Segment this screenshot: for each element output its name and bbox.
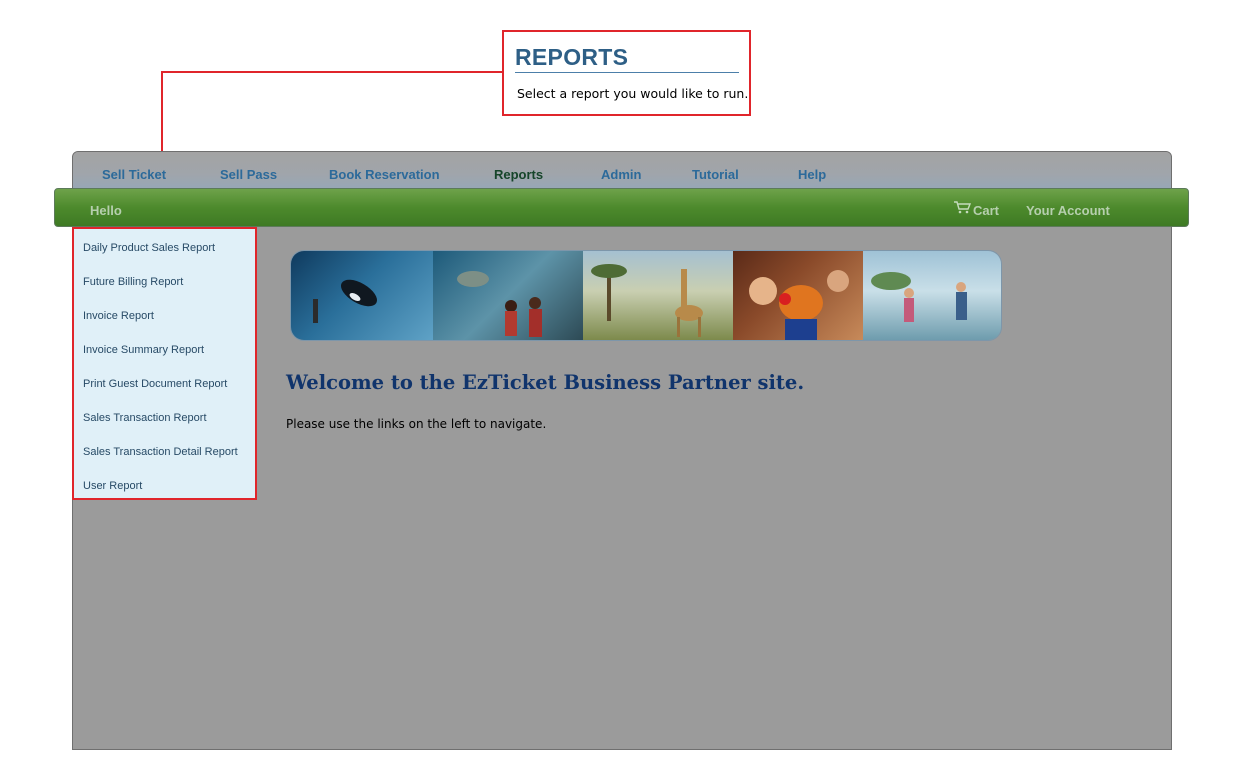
menu-item-future-billing-report[interactable]: Future Billing Report: [83, 276, 183, 288]
cart-icon[interactable]: [953, 200, 971, 214]
cart-link[interactable]: Cart: [973, 203, 999, 218]
menu-item-sales-transaction-report[interactable]: Sales Transaction Report: [83, 412, 207, 424]
nav-tutorial[interactable]: Tutorial: [692, 167, 739, 182]
instructions-text: Please use the links on the left to navi…: [286, 417, 547, 431]
menu-item-invoice-report[interactable]: Invoice Report: [83, 310, 154, 322]
callout-leader-horizontal: [161, 71, 502, 73]
menu-item-user-report[interactable]: User Report: [83, 480, 142, 492]
greeting-text: Hello: [90, 203, 122, 218]
nav-reports[interactable]: Reports: [494, 167, 543, 182]
callout-text: Select a report you would like to run.: [517, 86, 749, 101]
nav-book-reservation[interactable]: Book Reservation: [329, 167, 440, 182]
nav-help[interactable]: Help: [798, 167, 826, 182]
menu-item-sales-transaction-detail-report[interactable]: Sales Transaction Detail Report: [83, 446, 238, 458]
banner-panel-giraffes: [583, 251, 733, 340]
welcome-heading: Welcome to the EzTicket Business Partner…: [286, 371, 805, 394]
reports-callout: REPORTS Select a report you would like t…: [502, 30, 751, 116]
green-header-bar: Hello Cart Your Account: [54, 188, 1189, 227]
menu-item-print-guest-document-report[interactable]: Print Guest Document Report: [83, 378, 227, 390]
reports-menu: Daily Product Sales Report Future Billin…: [72, 227, 257, 500]
park-banner-image: [290, 250, 1002, 341]
your-account-link[interactable]: Your Account: [1026, 203, 1110, 218]
callout-title: REPORTS: [515, 44, 739, 73]
banner-panel-turtles: [433, 251, 583, 340]
top-navigation: Sell Ticket Sell Pass Book Reservation R…: [73, 152, 1171, 192]
nav-sell-ticket[interactable]: Sell Ticket: [102, 167, 166, 182]
nav-admin[interactable]: Admin: [601, 167, 641, 182]
banner-panel-dolphins: [863, 251, 1001, 340]
menu-item-invoice-summary-report[interactable]: Invoice Summary Report: [83, 344, 204, 356]
nav-sell-pass[interactable]: Sell Pass: [220, 167, 277, 182]
menu-item-daily-product-sales-report[interactable]: Daily Product Sales Report: [83, 242, 215, 254]
banner-panel-sesame: [733, 251, 863, 340]
banner-panel-orca: [291, 251, 433, 340]
